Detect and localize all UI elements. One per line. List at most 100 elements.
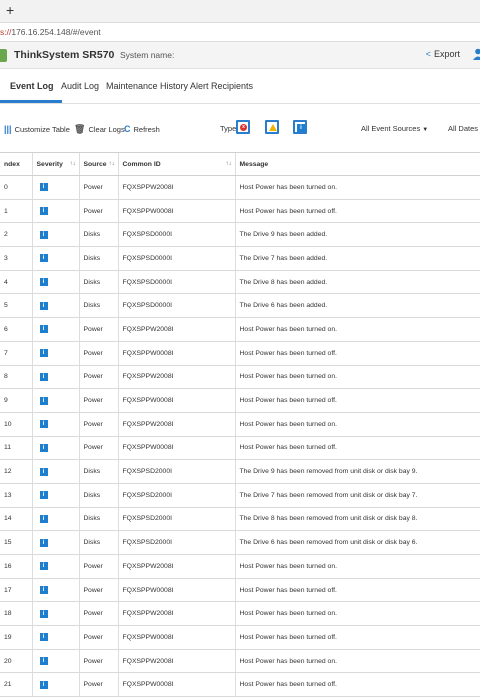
column-header-index[interactable]: ndex [0,152,32,176]
cell-common-id: FQXSPPW0008I [117,625,235,650]
info-icon: i [39,230,48,239]
cell-index: 13 [0,483,32,508]
cell-common-id: FQXSPPW0008I [117,672,235,697]
toolbar: ||| Customize Table 🗑 Clear Logs C Refresh … [0,113,480,143]
info-icon: i [39,586,48,595]
column-header-severity[interactable]: Severity ↑↓ [31,152,79,176]
cell-severity: i [31,672,79,697]
type-filter-warning[interactable] [265,120,279,134]
type-filter-info[interactable]: i [293,120,307,134]
cell-severity: i [31,341,79,366]
clear-logs-button[interactable]: 🗑 Clear Logs [74,124,125,135]
table-row[interactable]: 13 i Disks FQXSPSD2000I The Drive 7 has been… [0,483,480,508]
info-icon: i [39,491,48,500]
table-row[interactable]: 2 i Disks FQXSPSD0000I The Drive 9 has been … [0,222,480,248]
table-row[interactable]: 17 i Power FQXSPPW0008I Host Power has been … [0,578,480,603]
column-header-source[interactable]: Source ↑↓ [78,152,118,176]
cell-common-id: FQXSPPW2008I [117,601,235,627]
new-tab-button[interactable]: + [6,2,14,18]
cell-common-id: FQXSPSD2000I [117,530,235,555]
table-row[interactable]: 8 i Power FQXSPPW2008I Host Power has been t… [0,365,480,390]
table-row[interactable]: 1 i Power FQXSPPW0008I Host Power has been t… [0,199,480,224]
info-icon: i [39,657,48,666]
table-header: ndex Severity ↑↓ Source ↑↓ Common ID ↑↓ Mes… [0,152,480,176]
cell-source: Disks [78,293,118,319]
info-icon: i [39,538,48,547]
cell-index: 0 [0,175,32,200]
table-row[interactable]: 12 i Disks FQXSPSD2000I The Drive 9 has been… [0,459,480,484]
dates-dropdown[interactable]: All Dates▼ [448,124,480,133]
cell-severity: i [31,649,79,674]
cell-source: Power [78,578,118,603]
table-row[interactable]: 20 i Power FQXSPPW2008I Host Power has been … [0,649,480,674]
system-name-label: System name: [120,50,175,60]
sort-icon[interactable]: ↑↓ [70,161,76,167]
tab-maintenance-history[interactable]: Maintenance History [106,81,188,91]
table-row[interactable]: 9 i Power FQXSPPW0008I Host Power has been t… [0,388,480,413]
table-row[interactable]: 5 i Disks FQXSPSD0000I The Drive 6 has been … [0,293,480,319]
table-row[interactable]: 14 i Disks FQXSPSD2000I The Drive 8 has been… [0,507,480,532]
table-row[interactable]: 18 i Power FQXSPPW2008I Host Power has been … [0,601,480,627]
cell-common-id: FQXSPSD0000I [117,222,235,248]
sort-icon[interactable]: ↑↓ [226,161,232,167]
info-icon: i [39,301,48,310]
cell-index: 9 [0,388,32,413]
cell-common-id: FQXSPPW0008I [117,436,235,461]
table-row[interactable]: 10 i Power FQXSPPW2008I Host Power has been … [0,412,480,437]
info-icon: i [39,420,48,429]
tab-event-log[interactable]: Event Log [10,81,54,91]
table-row[interactable]: 7 i Power FQXSPPW0008I Host Power has been t… [0,341,480,366]
cell-common-id: FQXSPPW2008I [117,412,235,437]
table-row[interactable]: 15 i Disks FQXSPSD2000I The Drive 6 has been… [0,530,480,555]
app-header: ThinkSystem SR570 System name: < Export [0,42,480,69]
table-row[interactable]: 6 i Power FQXSPPW2008I Host Power has been t… [0,317,480,342]
cell-message: Host Power has been turned on. [234,601,480,627]
sort-icon[interactable]: ↑↓ [109,161,115,167]
cell-severity: i [31,270,79,295]
cell-message: Host Power has been turned off. [234,578,480,603]
cell-index: 1 [0,199,32,224]
cell-source: Power [78,601,118,627]
cell-message: Host Power has been turned on. [234,365,480,390]
cell-source: Power [78,365,118,390]
tab-bar: Event Log Audit Log Maintenance History … [0,69,480,104]
cell-source: Disks [78,270,118,295]
table-row[interactable]: 3 i Disks FQXSPSD0000I The Drive 7 has been … [0,246,480,271]
cell-severity: i [31,483,79,508]
info-icon: i [39,278,48,287]
cell-index: 15 [0,530,32,555]
column-header-common-id[interactable]: Common ID ↑↓ [117,152,235,176]
table-row[interactable]: 16 i Power FQXSPPW2008I Host Power has been … [0,554,480,579]
cell-common-id: FQXSPPW2008I [117,175,235,200]
cell-source: Power [78,625,118,650]
cell-common-id: FQXSPPW2008I [117,554,235,579]
cell-common-id: FQXSPPW2008I [117,649,235,674]
table-row[interactable]: 11 i Power FQXSPPW0008I Host Power has been … [0,436,480,461]
tab-audit-log[interactable]: Audit Log [61,81,99,91]
user-icon[interactable] [473,48,480,60]
cell-index: 11 [0,436,32,461]
error-icon: x [240,124,247,131]
cell-source: Disks [78,246,118,271]
table-row[interactable]: 0 i Power FQXSPPW2008I Host Power has been t… [0,175,480,200]
cell-index: 5 [0,293,32,319]
info-icon: i [39,396,48,405]
product-name: ThinkSystem SR570 [14,49,115,61]
table-row[interactable]: 4 i Disks FQXSPSD0000I The Drive 8 has been … [0,270,480,295]
type-filter-error[interactable]: x [236,120,250,134]
cell-source: Power [78,554,118,579]
cell-message: The Drive 6 has been added. [234,293,480,319]
cell-message: Host Power has been turned off. [234,199,480,224]
refresh-button[interactable]: C Refresh [124,124,160,134]
customize-table-button[interactable]: ||| Customize Table [4,124,70,134]
event-sources-dropdown[interactable]: All Event Sources ▼ [361,124,428,133]
export-label: Export [433,49,460,59]
export-button[interactable]: < Export [426,49,460,59]
table-row[interactable]: 19 i Power FQXSPPW0008I Host Power has been … [0,625,480,650]
table-row[interactable]: 21 i Power FQXSPPW0008I Host Power has been … [0,672,480,697]
cell-severity: i [31,578,79,603]
column-header-message[interactable]: Message [234,152,480,176]
cell-source: Disks [78,459,118,484]
tab-alert-recipients[interactable]: Alert Recipients [190,81,253,91]
address-bar[interactable]: s://176.16.254.148/#/event [0,23,480,42]
